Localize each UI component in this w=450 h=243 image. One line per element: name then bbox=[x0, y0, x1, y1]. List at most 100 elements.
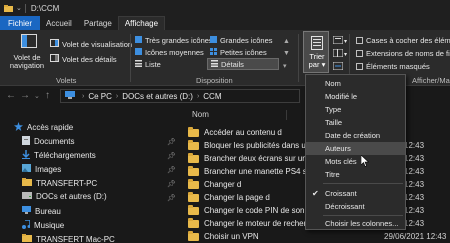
breadcrumb-ccm[interactable]: CCM bbox=[203, 92, 221, 101]
nav-item-documents[interactable]: Documents bbox=[22, 136, 74, 147]
hidden-items-toggle[interactable]: Éléments masqués bbox=[356, 62, 430, 71]
item-checkboxes-toggle[interactable]: Cases à cocher des éléments bbox=[356, 36, 450, 45]
menu-item-name[interactable]: Nom bbox=[306, 77, 405, 90]
navigation-pane-button[interactable] bbox=[14, 34, 44, 50]
nav-item-images[interactable]: Images bbox=[22, 164, 61, 174]
tab-accueil[interactable]: Accueil bbox=[40, 16, 78, 30]
breadcrumb-drive[interactable]: DOCs et autres (D:) bbox=[122, 92, 193, 101]
pc-icon bbox=[65, 91, 75, 101]
add-columns-button[interactable]: ▾ bbox=[332, 48, 347, 59]
sort-by-button[interactable]: Trier par ▾ bbox=[303, 31, 329, 73]
music-icon bbox=[22, 219, 31, 231]
nav-item-label: Téléchargements bbox=[34, 151, 96, 160]
nav-item-label: Bureau bbox=[35, 206, 61, 216]
pin-icon: 📌︎ bbox=[167, 195, 176, 202]
nav-item-music[interactable]: Musique bbox=[22, 219, 64, 231]
file-row[interactable]: Choisir un VPN 29/06/2021 12:43 bbox=[182, 230, 450, 243]
quick-access-toolbar-caret[interactable]: ⌄ bbox=[16, 4, 22, 12]
recent-locations-icon[interactable]: ⌄ bbox=[34, 92, 40, 100]
menu-item-title[interactable]: Titre bbox=[306, 168, 405, 181]
menu-item-label: Modifié le bbox=[325, 92, 358, 101]
menu-item-modified[interactable]: Modifié le bbox=[306, 90, 405, 103]
layout-list-label: Liste bbox=[145, 60, 161, 69]
nav-item-transfert-pc[interactable]: TRANSFERT-PC bbox=[22, 178, 97, 188]
menu-item-label: Type bbox=[325, 105, 342, 114]
forward-arrow-icon[interactable]: → bbox=[20, 90, 30, 101]
chevron-right-icon: › bbox=[115, 92, 119, 100]
pin-icon: 📌︎ bbox=[167, 139, 176, 146]
nav-item-desktop[interactable]: Bureau bbox=[22, 206, 61, 216]
breadcrumb-pc[interactable]: Ce PC bbox=[88, 92, 112, 101]
column-header-name[interactable]: Nom bbox=[192, 110, 209, 119]
nav-item-downloads[interactable]: Téléchargements bbox=[22, 150, 96, 161]
up-arrow-icon[interactable]: ↑ bbox=[45, 90, 50, 101]
tab-fichier[interactable]: Fichier bbox=[0, 16, 41, 30]
medium-icons-icon bbox=[135, 48, 142, 57]
layout-expand[interactable]: ▾ bbox=[283, 62, 287, 70]
folder-icon bbox=[188, 152, 199, 163]
ribbon-tabs: Fichier Accueil Partage Affichage bbox=[0, 16, 450, 30]
size-columns-icon bbox=[332, 61, 344, 72]
size-columns-button[interactable] bbox=[332, 61, 344, 72]
details-pane-button[interactable]: Volet des détails bbox=[50, 54, 117, 64]
sort-by-label-line2: par ▾ bbox=[304, 60, 330, 69]
navigation-pane: Accès rapide Documents 📌︎ Téléchargement… bbox=[0, 106, 182, 243]
folder-icon bbox=[4, 4, 13, 12]
layout-list[interactable]: Liste bbox=[135, 60, 161, 69]
layout-extra-large-icons[interactable]: Très grandes icônes bbox=[135, 36, 213, 45]
tab-affichage[interactable]: Affichage bbox=[117, 16, 166, 30]
nav-item-label: DOCs et autres (D:) bbox=[36, 192, 107, 201]
nav-item-transfert-mac-pc[interactable]: TRANSFERT Mac-PC bbox=[22, 234, 115, 243]
title-bar: ⌄ D:\CCM bbox=[0, 0, 450, 16]
checkbox[interactable] bbox=[356, 63, 363, 70]
window-title: D:\CCM bbox=[30, 3, 60, 13]
checkmark-icon: ✔ bbox=[312, 189, 319, 198]
layout-scroll-down[interactable]: ▼ bbox=[283, 50, 290, 57]
file-date: 29/06/2021 12:43 bbox=[384, 232, 447, 241]
layout-details[interactable]: Détails bbox=[207, 58, 279, 70]
menu-item-created[interactable]: Date de création bbox=[306, 129, 405, 142]
layout-medium-icons[interactable]: Icônes moyennes bbox=[135, 48, 204, 57]
preview-pane-button[interactable]: Volet de visualisation bbox=[50, 39, 132, 49]
menu-item-label: Nom bbox=[325, 79, 341, 88]
sort-by-icon bbox=[311, 36, 323, 52]
layout-scroll-up[interactable]: ▲ bbox=[283, 38, 290, 45]
pin-icon: 📌︎ bbox=[167, 153, 176, 160]
menu-item-label: Date de création bbox=[325, 131, 381, 140]
folder-icon bbox=[188, 204, 199, 215]
group-by-icon bbox=[332, 35, 344, 46]
title-separator bbox=[24, 3, 26, 13]
menu-item-type[interactable]: Type bbox=[306, 103, 405, 116]
menu-item-size[interactable]: Taille bbox=[306, 116, 405, 129]
menu-item-descending[interactable]: Décroissant bbox=[306, 200, 405, 213]
layout-extra-large-label: Très grandes icônes bbox=[145, 36, 213, 45]
column-separator[interactable] bbox=[286, 110, 287, 120]
preview-pane-label: Volet de visualisation bbox=[62, 39, 133, 49]
nav-item-label: TRANSFERT-PC bbox=[36, 178, 98, 188]
menu-item-label: Auteurs bbox=[325, 144, 351, 153]
file-name: Accéder au contenu d bbox=[204, 128, 282, 137]
menu-item-choose-columns[interactable]: Choisir les colonnes... bbox=[306, 217, 405, 230]
layout-large-label: Grandes icônes bbox=[220, 36, 273, 45]
layout-large-icons[interactable]: Grandes icônes bbox=[210, 36, 273, 45]
details-pane-label: Volet des détails bbox=[62, 54, 117, 64]
hidden-items-label: Éléments masqués bbox=[366, 62, 430, 71]
checkbox[interactable] bbox=[356, 50, 363, 57]
nav-item-drive-d[interactable]: DOCs et autres (D:) bbox=[22, 192, 107, 201]
back-arrow-icon[interactable]: ← bbox=[6, 90, 16, 101]
folder-icon bbox=[22, 234, 32, 243]
checkbox[interactable] bbox=[356, 37, 363, 44]
layout-small-icons[interactable]: Petites icônes bbox=[210, 48, 267, 57]
menu-item-ascending[interactable]: ✔ Croissant bbox=[306, 187, 405, 200]
menu-item-label: Croissant bbox=[325, 189, 357, 198]
address-bar[interactable]: › Ce PC › DOCs et autres (D:) › CCM bbox=[60, 89, 300, 103]
nav-item-quick-access[interactable]: Accès rapide bbox=[14, 122, 73, 133]
tab-partage[interactable]: Partage bbox=[78, 16, 118, 30]
list-icon bbox=[135, 60, 142, 69]
ribbon-separator bbox=[298, 34, 299, 82]
file-extensions-toggle[interactable]: Extensions de noms de fichiers bbox=[356, 49, 450, 58]
menu-item-authors[interactable]: Auteurs bbox=[306, 142, 405, 155]
menu-item-keywords[interactable]: Mots clés bbox=[306, 155, 405, 168]
folder-icon bbox=[188, 178, 199, 189]
group-by-button[interactable]: ▾ bbox=[332, 35, 347, 46]
